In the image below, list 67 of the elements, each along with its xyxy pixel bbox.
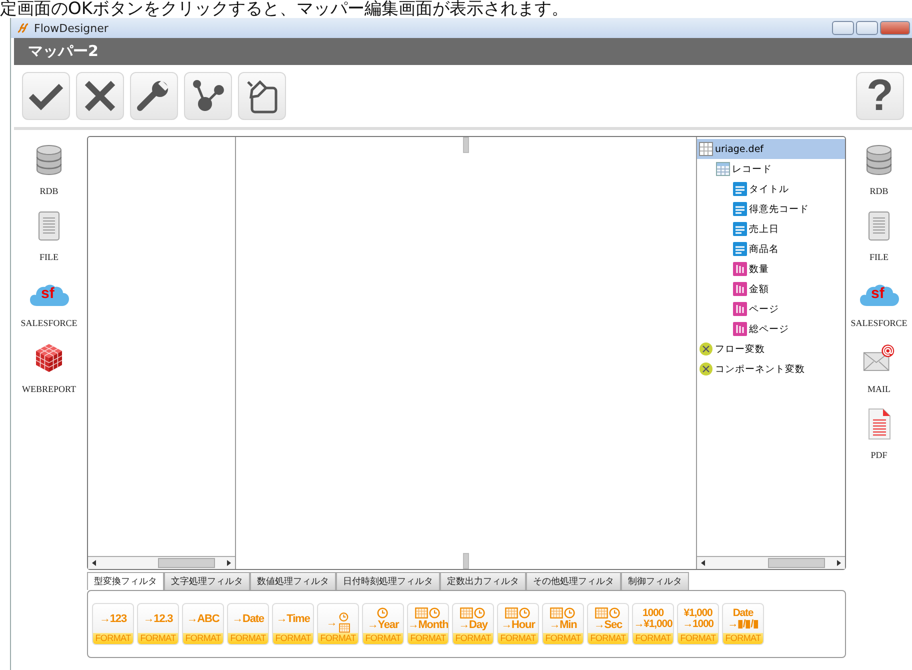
clock-icon — [376, 606, 390, 618]
app-logo-icon — [17, 22, 29, 34]
filter-tab[interactable]: 数値処理フィルタ — [250, 572, 336, 590]
connector-label: RDB — [870, 186, 888, 196]
number-field-icon — [733, 302, 747, 316]
text-field-icon — [733, 222, 747, 236]
horizontal-scrollbar[interactable] — [88, 556, 235, 569]
clock-calendar-icon — [338, 612, 350, 633]
nodes-icon — [190, 78, 226, 114]
filter-tab[interactable]: 制御フィルタ — [621, 572, 689, 590]
text-field-icon — [733, 242, 747, 256]
calendar-clock-icon — [414, 606, 442, 618]
window-title: FlowDesigner — [34, 22, 108, 34]
connector-label: SALESFORCE — [850, 318, 908, 328]
connector-label: PDF — [870, 450, 888, 460]
tree-item[interactable]: 金額 — [731, 279, 845, 299]
number-field-icon — [733, 322, 747, 336]
connector-label: FILE — [40, 252, 58, 262]
tree-item[interactable]: uriage.def — [697, 139, 845, 159]
tree-item[interactable]: 商品名 — [731, 239, 845, 259]
horizontal-scrollbar[interactable] — [697, 556, 845, 569]
tree-item[interactable]: コンポーネント変数 — [697, 359, 845, 379]
text-field-icon — [733, 182, 747, 196]
splitter-handle[interactable] — [463, 553, 469, 569]
settings-button[interactable] — [130, 72, 178, 120]
maximize-button[interactable] — [856, 21, 878, 35]
connector-label: FILE — [870, 252, 888, 262]
connector-label: WEBREPORT — [22, 384, 76, 394]
help-button[interactable]: ? — [856, 72, 904, 120]
tree-item[interactable]: 売上日 — [731, 219, 845, 239]
connector-label: RDB — [40, 186, 58, 196]
calendar-clock-icon — [504, 606, 532, 618]
tree-item[interactable]: フロー変数 — [697, 339, 845, 359]
filter-tab[interactable]: 日付時刻処理フィルタ — [336, 572, 440, 590]
cube-icon — [33, 342, 65, 374]
number-field-icon — [733, 262, 747, 276]
tree-item[interactable]: 得意先コード — [731, 199, 845, 219]
calendar-clock-icon — [594, 606, 622, 618]
filter-tab[interactable]: 定数出力フィルタ — [440, 572, 526, 590]
minimize-button[interactable] — [832, 21, 854, 35]
splitter-handle[interactable] — [463, 137, 469, 153]
mapper-title: マッパー2 — [14, 38, 912, 65]
calendar-clock-icon — [460, 606, 486, 618]
variable-icon — [699, 342, 713, 356]
pen-square-icon — [244, 78, 280, 114]
edit-button[interactable] — [238, 72, 286, 120]
ok-button[interactable] — [22, 72, 70, 120]
cancel-button[interactable] — [76, 72, 124, 120]
filter-tab[interactable]: 型変換フィルタ — [87, 572, 164, 590]
calendar-clock-icon — [550, 606, 576, 618]
mail-icon — [863, 342, 895, 374]
tree-item[interactable]: 総ページ — [731, 319, 845, 339]
tree-item[interactable]: 数量 — [731, 259, 845, 279]
tree-item[interactable]: レコード — [714, 159, 845, 179]
cross-icon — [82, 78, 118, 114]
grid-icon — [716, 162, 730, 176]
filter-tab[interactable]: 文字処理フィルタ — [164, 572, 250, 590]
connector-label: MAIL — [868, 384, 890, 394]
connector-label: SALESFORCE — [20, 318, 78, 328]
tree-item[interactable]: タイトル — [731, 179, 845, 199]
variable-icon — [699, 362, 713, 376]
link-button[interactable] — [184, 72, 232, 120]
tree-item[interactable]: ページ — [731, 299, 845, 319]
text-field-icon — [733, 202, 747, 216]
table-icon — [699, 142, 713, 156]
filter-tab[interactable]: その他処理フィルタ — [526, 572, 621, 590]
number-field-icon — [733, 282, 747, 296]
